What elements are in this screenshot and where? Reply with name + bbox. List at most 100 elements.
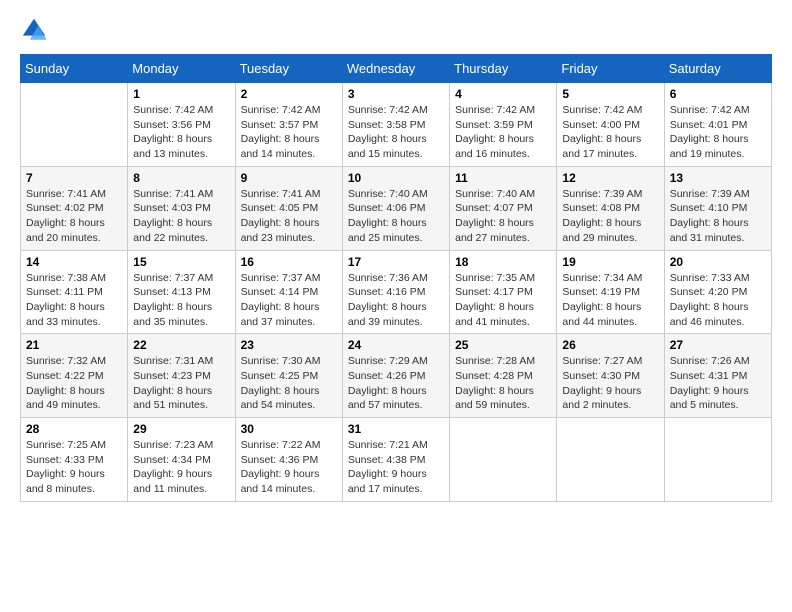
day-info: Sunrise: 7:38 AM Sunset: 4:11 PM Dayligh… [26, 271, 122, 330]
calendar-cell: 18 Sunrise: 7:35 AM Sunset: 4:17 PM Dayli… [450, 250, 557, 334]
calendar-cell: 20 Sunrise: 7:33 AM Sunset: 4:20 PM Dayli… [664, 250, 771, 334]
calendar-cell: 30 Sunrise: 7:22 AM Sunset: 4:36 PM Dayli… [235, 418, 342, 502]
day-info: Sunrise: 7:28 AM Sunset: 4:28 PM Dayligh… [455, 354, 551, 413]
day-info: Sunrise: 7:27 AM Sunset: 4:30 PM Dayligh… [562, 354, 658, 413]
calendar-cell [557, 418, 664, 502]
weekday-header: Friday [557, 55, 664, 83]
day-number: 30 [241, 422, 337, 436]
day-info: Sunrise: 7:23 AM Sunset: 4:34 PM Dayligh… [133, 438, 229, 497]
day-number: 7 [26, 171, 122, 185]
day-number: 2 [241, 87, 337, 101]
calendar-cell [450, 418, 557, 502]
calendar-week-row: 21 Sunrise: 7:32 AM Sunset: 4:22 PM Dayli… [21, 334, 772, 418]
day-number: 29 [133, 422, 229, 436]
day-number: 14 [26, 255, 122, 269]
calendar-week-row: 14 Sunrise: 7:38 AM Sunset: 4:11 PM Dayli… [21, 250, 772, 334]
day-info: Sunrise: 7:37 AM Sunset: 4:14 PM Dayligh… [241, 271, 337, 330]
day-info: Sunrise: 7:39 AM Sunset: 4:10 PM Dayligh… [670, 187, 766, 246]
calendar-cell: 3Sunrise: 7:42 AM Sunset: 3:58 PM Daylig… [342, 83, 449, 167]
weekday-header: Saturday [664, 55, 771, 83]
day-info: Sunrise: 7:42 AM Sunset: 4:01 PM Dayligh… [670, 103, 766, 162]
calendar-cell [21, 83, 128, 167]
calendar-cell: 28 Sunrise: 7:25 AM Sunset: 4:33 PM Dayli… [21, 418, 128, 502]
day-info: Sunrise: 7:32 AM Sunset: 4:22 PM Dayligh… [26, 354, 122, 413]
calendar-cell: 23Sunrise: 7:30 AM Sunset: 4:25 PM Dayli… [235, 334, 342, 418]
day-info: Sunrise: 7:33 AM Sunset: 4:20 PM Dayligh… [670, 271, 766, 330]
day-info: Sunrise: 7:42 AM Sunset: 4:00 PM Dayligh… [562, 103, 658, 162]
day-number: 12 [562, 171, 658, 185]
calendar-cell: 13Sunrise: 7:39 AM Sunset: 4:10 PM Dayli… [664, 166, 771, 250]
day-number: 27 [670, 338, 766, 352]
calendar-cell: 5 Sunrise: 7:42 AM Sunset: 4:00 PM Daylig… [557, 83, 664, 167]
calendar-cell: 12 Sunrise: 7:39 AM Sunset: 4:08 PM Dayli… [557, 166, 664, 250]
day-info: Sunrise: 7:41 AM Sunset: 4:02 PM Dayligh… [26, 187, 122, 246]
day-info: Sunrise: 7:39 AM Sunset: 4:08 PM Dayligh… [562, 187, 658, 246]
day-info: Sunrise: 7:34 AM Sunset: 4:19 PM Dayligh… [562, 271, 658, 330]
day-number: 9 [241, 171, 337, 185]
day-info: Sunrise: 7:42 AM Sunset: 3:57 PM Dayligh… [241, 103, 337, 162]
day-number: 21 [26, 338, 122, 352]
calendar-cell: 10 Sunrise: 7:40 AM Sunset: 4:06 PM Dayli… [342, 166, 449, 250]
calendar-cell: 16 Sunrise: 7:37 AM Sunset: 4:14 PM Dayli… [235, 250, 342, 334]
day-number: 19 [562, 255, 658, 269]
day-number: 25 [455, 338, 551, 352]
day-number: 26 [562, 338, 658, 352]
day-info: Sunrise: 7:41 AM Sunset: 4:03 PM Dayligh… [133, 187, 229, 246]
day-info: Sunrise: 7:35 AM Sunset: 4:17 PM Dayligh… [455, 271, 551, 330]
calendar-cell: 24 Sunrise: 7:29 AM Sunset: 4:26 PM Dayli… [342, 334, 449, 418]
weekday-header: Sunday [21, 55, 128, 83]
calendar-cell: 14 Sunrise: 7:38 AM Sunset: 4:11 PM Dayli… [21, 250, 128, 334]
calendar-cell: 1 Sunrise: 7:42 AM Sunset: 3:56 PM Daylig… [128, 83, 235, 167]
day-number: 1 [133, 87, 229, 101]
calendar-cell: 9 Sunrise: 7:41 AM Sunset: 4:05 PM Daylig… [235, 166, 342, 250]
calendar-week-row: 1 Sunrise: 7:42 AM Sunset: 3:56 PM Daylig… [21, 83, 772, 167]
calendar-cell: 31Sunrise: 7:21 AM Sunset: 4:38 PM Dayli… [342, 418, 449, 502]
day-info: Sunrise: 7:29 AM Sunset: 4:26 PM Dayligh… [348, 354, 444, 413]
calendar-cell: 11 Sunrise: 7:40 AM Sunset: 4:07 PM Dayli… [450, 166, 557, 250]
day-info: Sunrise: 7:36 AM Sunset: 4:16 PM Dayligh… [348, 271, 444, 330]
calendar-cell: 26 Sunrise: 7:27 AM Sunset: 4:30 PM Dayli… [557, 334, 664, 418]
day-number: 11 [455, 171, 551, 185]
day-number: 16 [241, 255, 337, 269]
day-number: 24 [348, 338, 444, 352]
day-info: Sunrise: 7:40 AM Sunset: 4:07 PM Dayligh… [455, 187, 551, 246]
day-number: 31 [348, 422, 444, 436]
day-number: 4 [455, 87, 551, 101]
day-number: 17 [348, 255, 444, 269]
calendar-cell: 22 Sunrise: 7:31 AM Sunset: 4:23 PM Dayli… [128, 334, 235, 418]
day-info: Sunrise: 7:31 AM Sunset: 4:23 PM Dayligh… [133, 354, 229, 413]
day-info: Sunrise: 7:25 AM Sunset: 4:33 PM Dayligh… [26, 438, 122, 497]
day-number: 15 [133, 255, 229, 269]
day-number: 28 [26, 422, 122, 436]
day-number: 8 [133, 171, 229, 185]
day-number: 22 [133, 338, 229, 352]
calendar-cell: 21 Sunrise: 7:32 AM Sunset: 4:22 PM Dayli… [21, 334, 128, 418]
day-info: Sunrise: 7:42 AM Sunset: 3:56 PM Dayligh… [133, 103, 229, 162]
day-info: Sunrise: 7:40 AM Sunset: 4:06 PM Dayligh… [348, 187, 444, 246]
weekday-header: Thursday [450, 55, 557, 83]
calendar-cell: 15 Sunrise: 7:37 AM Sunset: 4:13 PM Dayli… [128, 250, 235, 334]
day-number: 10 [348, 171, 444, 185]
calendar-cell: 8 Sunrise: 7:41 AM Sunset: 4:03 PM Daylig… [128, 166, 235, 250]
calendar-week-row: 28 Sunrise: 7:25 AM Sunset: 4:33 PM Dayli… [21, 418, 772, 502]
day-number: 18 [455, 255, 551, 269]
weekday-header: Monday [128, 55, 235, 83]
calendar-week-row: 7 Sunrise: 7:41 AM Sunset: 4:02 PM Daylig… [21, 166, 772, 250]
day-info: Sunrise: 7:22 AM Sunset: 4:36 PM Dayligh… [241, 438, 337, 497]
day-number: 20 [670, 255, 766, 269]
calendar-cell [664, 418, 771, 502]
day-number: 5 [562, 87, 658, 101]
day-info: Sunrise: 7:42 AM Sunset: 3:59 PM Dayligh… [455, 103, 551, 162]
day-info: Sunrise: 7:41 AM Sunset: 4:05 PM Dayligh… [241, 187, 337, 246]
logo-icon [20, 16, 48, 44]
day-info: Sunrise: 7:37 AM Sunset: 4:13 PM Dayligh… [133, 271, 229, 330]
calendar-table: SundayMondayTuesdayWednesdayThursdayFrid… [20, 54, 772, 502]
calendar-cell: 29 Sunrise: 7:23 AM Sunset: 4:34 PM Dayli… [128, 418, 235, 502]
day-info: Sunrise: 7:30 AM Sunset: 4:25 PM Dayligh… [241, 354, 337, 413]
calendar-cell: 27Sunrise: 7:26 AM Sunset: 4:31 PM Dayli… [664, 334, 771, 418]
calendar-cell: 6Sunrise: 7:42 AM Sunset: 4:01 PM Daylig… [664, 83, 771, 167]
weekday-header: Wednesday [342, 55, 449, 83]
calendar-cell: 7 Sunrise: 7:41 AM Sunset: 4:02 PM Daylig… [21, 166, 128, 250]
day-number: 3 [348, 87, 444, 101]
calendar-cell: 25 Sunrise: 7:28 AM Sunset: 4:28 PM Dayli… [450, 334, 557, 418]
